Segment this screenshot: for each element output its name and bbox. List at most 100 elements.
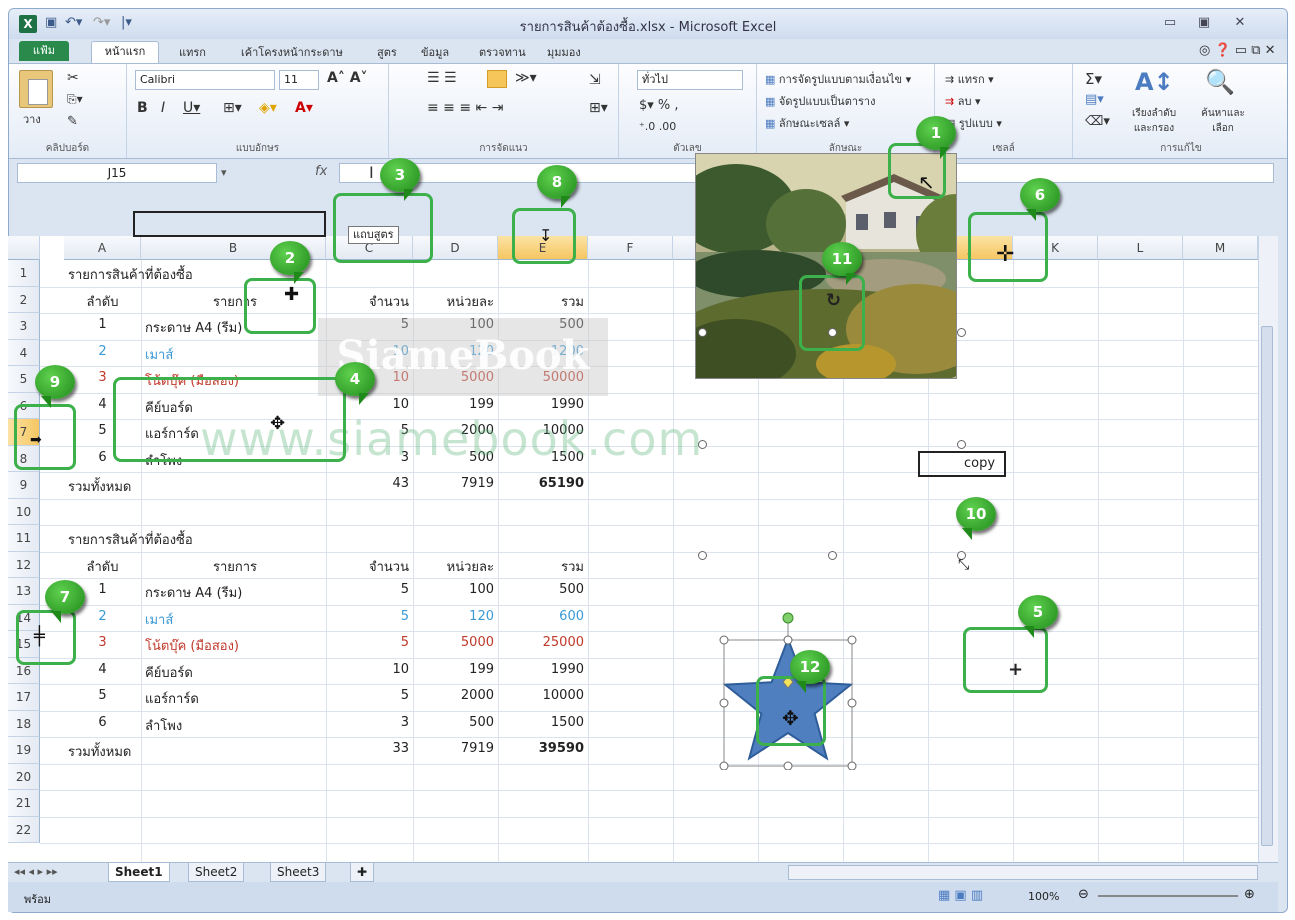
- align-left-icon[interactable]: ≡ ≡ ≡ ⇤ ⇥: [427, 100, 503, 116]
- star-rotate-handle[interactable]: [782, 612, 794, 624]
- cell-unit-price[interactable]: 199: [413, 397, 494, 412]
- cell-order[interactable]: 6: [64, 715, 141, 730]
- column-header-a[interactable]: A: [64, 236, 141, 260]
- italic-button[interactable]: I: [161, 100, 165, 116]
- fill-icon[interactable]: ▤▾: [1085, 92, 1104, 107]
- cell-item[interactable]: กระดาษ A4 (รีม): [145, 582, 325, 603]
- cell-total[interactable]: 25000: [498, 635, 584, 650]
- maximize-icon[interactable]: ▣: [1193, 15, 1215, 30]
- cell-qty[interactable]: 33: [326, 741, 409, 756]
- cell-total[interactable]: 39590: [498, 741, 584, 756]
- list-title[interactable]: รายการสินค้าที่ต้องซื้อ: [68, 264, 368, 285]
- cell-order[interactable]: 4: [64, 662, 141, 677]
- total-label[interactable]: รวมทั้งหมด: [68, 476, 368, 497]
- star-resize-handle[interactable]: [847, 635, 857, 645]
- find-select-label[interactable]: ค้นหาและ เลือก: [1191, 106, 1255, 136]
- view-buttons-icon[interactable]: ▦ ▣ ▥: [938, 888, 983, 903]
- help-icon[interactable]: ◎ ❓ ▭ ⧉ ✕: [1199, 43, 1276, 58]
- row-header-11[interactable]: 11: [8, 525, 40, 552]
- font-name-combo[interactable]: Calibri: [135, 70, 275, 90]
- orientation-icon[interactable]: ≫▾: [515, 70, 537, 86]
- cell-unit-price[interactable]: หน่วยละ: [413, 291, 494, 312]
- cell-order[interactable]: 1: [64, 317, 141, 332]
- grow-font-icon[interactable]: A˄ A˅: [327, 70, 368, 86]
- sheet-tab-2[interactable]: Sheet2: [188, 863, 245, 882]
- cell-order[interactable]: 5: [64, 688, 141, 703]
- row-header-1[interactable]: 1: [8, 260, 40, 287]
- column-header-l[interactable]: L: [1098, 236, 1183, 260]
- wrap-text-icon[interactable]: ⇲: [589, 72, 601, 88]
- total-label[interactable]: รวมทั้งหมด: [68, 741, 368, 762]
- cell-qty[interactable]: 5: [326, 582, 409, 597]
- cell-total[interactable]: 65190: [498, 476, 584, 491]
- row-header-21[interactable]: 21: [8, 790, 40, 817]
- star-resize-handle[interactable]: [783, 761, 793, 770]
- copy-icon[interactable]: ⎘▾: [67, 92, 83, 107]
- insert-sheet-icon[interactable]: ✚: [350, 863, 375, 882]
- fill-color-icon[interactable]: ◈▾: [259, 100, 277, 116]
- zoom-slider[interactable]: [1098, 895, 1238, 897]
- minimize-icon[interactable]: ▭: [1159, 15, 1181, 30]
- cell-qty[interactable]: 10: [326, 662, 409, 677]
- star-resize-handle[interactable]: [719, 635, 729, 645]
- tab-insert[interactable]: แทรก: [179, 43, 206, 61]
- row-header-2[interactable]: 2: [8, 286, 40, 313]
- zoom-in-icon[interactable]: ⊕: [1244, 887, 1255, 902]
- conditional-format-button[interactable]: ▦ การจัดรูปแบบตามเงื่อนไข ▾: [765, 70, 911, 88]
- cell-unit-price[interactable]: 100: [413, 582, 494, 597]
- font-size-combo[interactable]: 11: [279, 70, 319, 90]
- cell-total[interactable]: รวม: [498, 556, 584, 577]
- column-header-f[interactable]: F: [588, 236, 673, 260]
- row-header-19[interactable]: 19: [8, 737, 40, 764]
- column-header-m[interactable]: M: [1183, 236, 1258, 260]
- autosum-icon[interactable]: Σ▾: [1085, 70, 1102, 88]
- align-bottom-icon[interactable]: [487, 70, 507, 88]
- cell-unit-price[interactable]: หน่วยละ: [413, 556, 494, 577]
- picture-resize-handle[interactable]: [698, 440, 707, 449]
- find-select-icon[interactable]: 🔍: [1205, 68, 1235, 96]
- cell-qty[interactable]: 5: [326, 635, 409, 650]
- picture-resize-handle[interactable]: [828, 551, 837, 560]
- number-format-combo[interactable]: ทั่วไป: [637, 70, 743, 90]
- worksheet-grid[interactable]: ABCDEFGHIJKLM1รายการสินค้าที่ต้องซื้อ2ลำ…: [8, 236, 1258, 870]
- cell-item[interactable]: คีย์บอร์ด: [145, 662, 325, 683]
- cell-unit-price[interactable]: 2000: [413, 688, 494, 703]
- sheet-tab-3[interactable]: Sheet3: [270, 863, 327, 882]
- cell-total[interactable]: 500: [498, 582, 584, 597]
- decimal-icon[interactable]: ⁺.0 .00: [639, 120, 676, 133]
- copy-cell[interactable]: copy: [918, 451, 1006, 477]
- cell-qty[interactable]: 5: [326, 688, 409, 703]
- cell-item[interactable]: ลำโพง: [145, 715, 325, 736]
- row-header-9[interactable]: 9: [8, 472, 40, 499]
- cell-unit-price[interactable]: 7919: [413, 741, 494, 756]
- star-resize-handle[interactable]: [719, 761, 729, 770]
- picture-resize-handle[interactable]: [698, 551, 707, 560]
- cell-total[interactable]: รวม: [498, 291, 584, 312]
- picture-resize-handle[interactable]: [698, 328, 707, 337]
- cell-item[interactable]: เมาส์: [145, 344, 325, 365]
- selected-cell-b6[interactable]: [133, 211, 326, 237]
- cell-total[interactable]: 600: [498, 609, 584, 624]
- fx-icon[interactable]: fx: [315, 164, 327, 179]
- cell-qty[interactable]: 43: [326, 476, 409, 491]
- cell-item[interactable]: แอร์การ์ด: [145, 688, 325, 709]
- row-header-17[interactable]: 17: [8, 684, 40, 711]
- tab-data[interactable]: ข้อมูล: [421, 43, 449, 61]
- tab-file[interactable]: แฟ้ม: [19, 41, 69, 61]
- tab-home[interactable]: หน้าแรก: [91, 41, 159, 64]
- tab-review[interactable]: ตรวจทาน: [479, 43, 526, 61]
- cell-total[interactable]: 1500: [498, 715, 584, 730]
- borders-icon[interactable]: ⊞▾: [223, 100, 242, 116]
- cell-unit-price[interactable]: 7919: [413, 476, 494, 491]
- delete-cells-button[interactable]: ⇉ ลบ ▾: [945, 92, 980, 110]
- row-header-22[interactable]: 22: [8, 816, 40, 843]
- cell-order[interactable]: ลำดับ: [64, 556, 141, 577]
- name-box[interactable]: J15: [17, 163, 217, 183]
- row-header-12[interactable]: 12: [8, 551, 40, 578]
- format-painter-icon[interactable]: ✎: [67, 114, 78, 129]
- vertical-scrollbar[interactable]: [1258, 236, 1278, 870]
- clear-icon[interactable]: ⌫▾: [1085, 114, 1110, 129]
- cell-order[interactable]: 2: [64, 344, 141, 359]
- cell-item[interactable]: เมาส์: [145, 609, 325, 630]
- merge-center-icon[interactable]: ⊞▾: [589, 100, 608, 116]
